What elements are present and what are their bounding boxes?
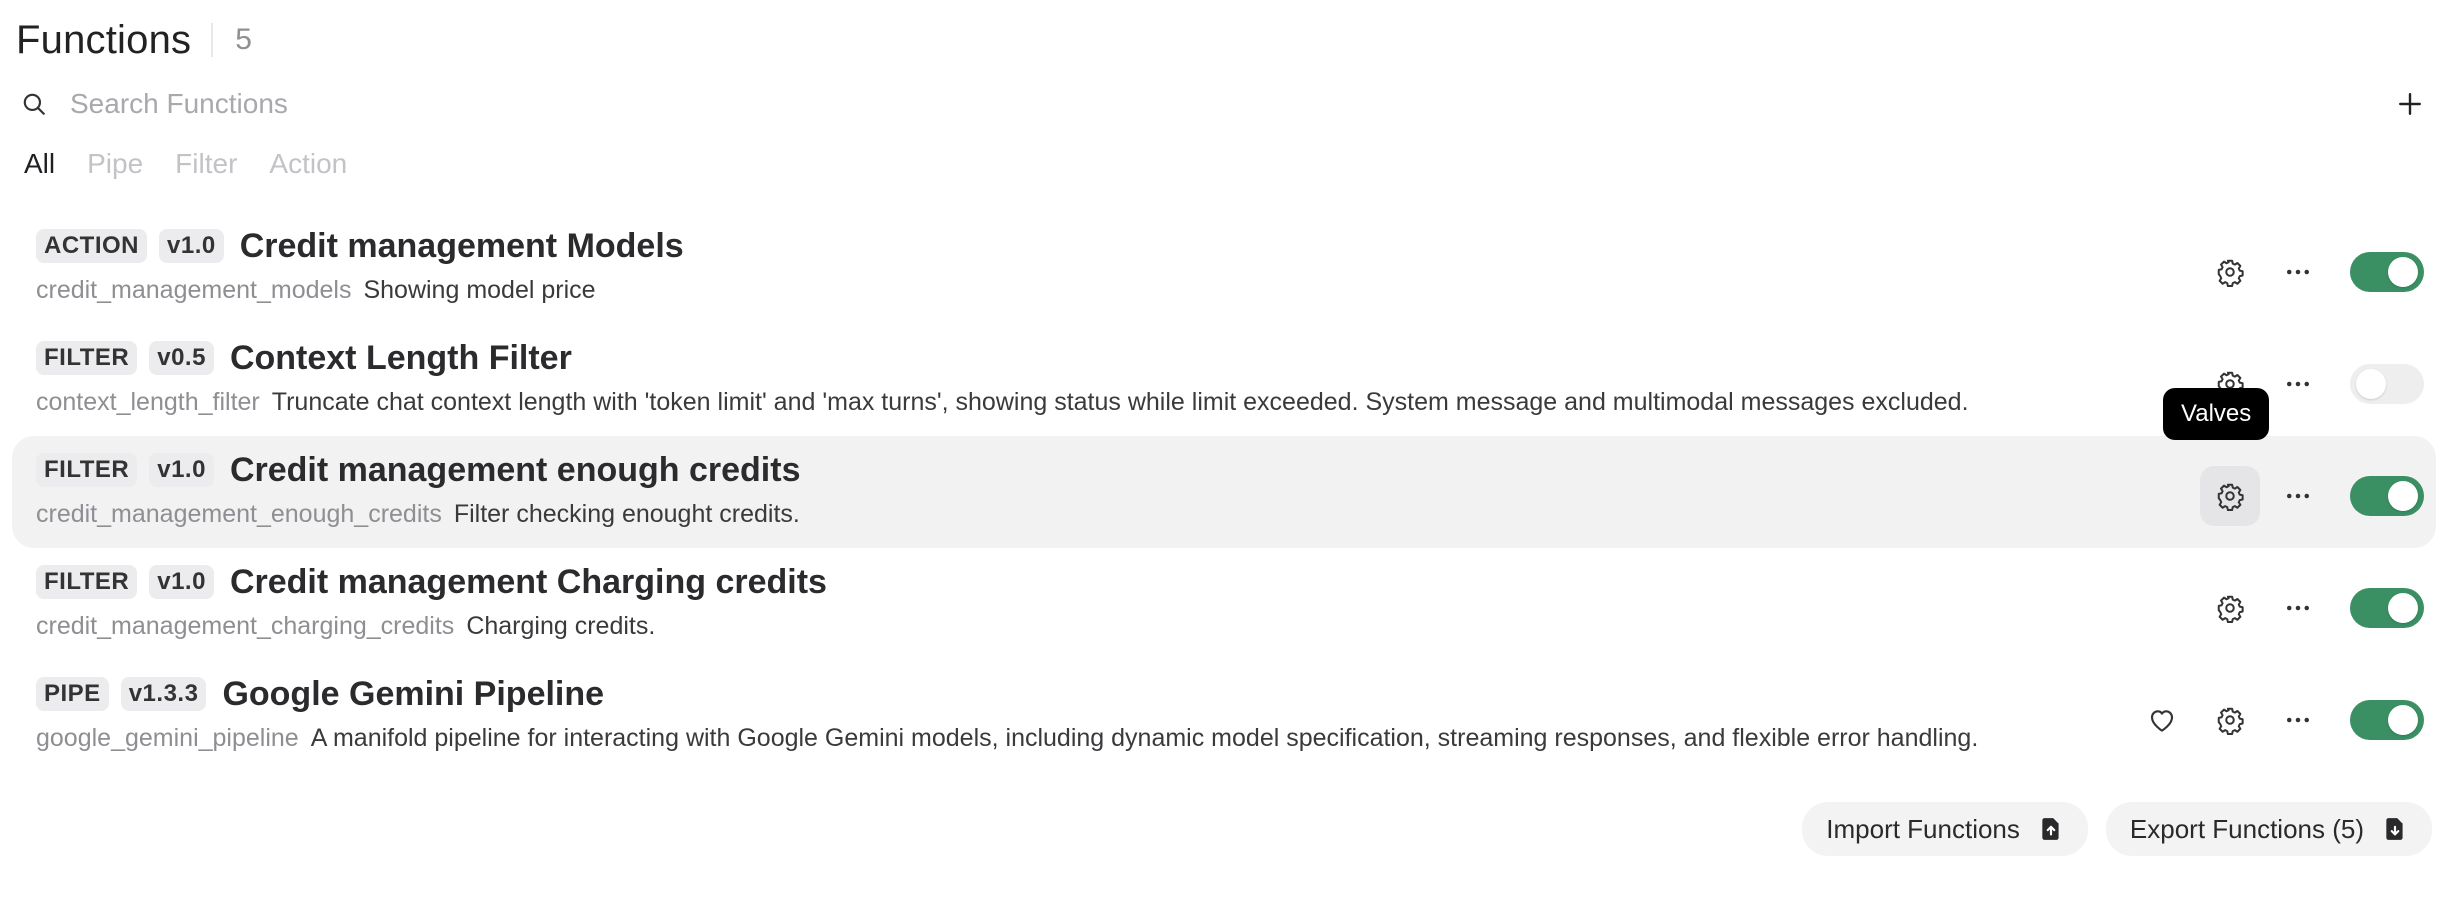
search-input[interactable] (70, 84, 2270, 124)
header-divider (211, 23, 214, 57)
function-id: google_gemini_pipeline (36, 724, 299, 752)
favorite-button[interactable] (2132, 690, 2192, 750)
gear-icon (2217, 483, 2244, 511)
function-type-badge: FILTER (36, 453, 138, 487)
search-icon (18, 88, 50, 120)
more-options-button[interactable] (2268, 690, 2328, 750)
more-options-button[interactable] (2268, 242, 2328, 302)
export-functions-button[interactable]: Export Functions (5) (2105, 802, 2432, 856)
gear-icon (2217, 595, 2244, 623)
tab-pipe[interactable]: Pipe (87, 148, 143, 180)
function-id: context_length_filter (36, 388, 260, 416)
page-title: Functions (16, 17, 192, 62)
gear-icon (2217, 707, 2244, 735)
more-horizontal-icon (2287, 493, 2309, 499)
enable-toggle[interactable] (2350, 588, 2424, 628)
function-version-badge: v0.5 (149, 341, 214, 375)
valves-button[interactable] (2200, 242, 2260, 302)
function-row[interactable]: FILTER v0.5 Context Length Filter contex… (12, 324, 2436, 436)
plus-icon (2399, 93, 2421, 115)
upload-file-icon (2042, 818, 2059, 840)
valves-button[interactable] (2200, 690, 2260, 750)
function-version-badge: v1.0 (159, 229, 224, 263)
enable-toggle[interactable] (2350, 364, 2424, 404)
function-row[interactable]: FILTER v1.0 Credit management Charging c… (12, 548, 2436, 660)
more-horizontal-icon (2287, 269, 2309, 275)
function-id: credit_management_models (36, 276, 352, 304)
tab-filter[interactable]: Filter (175, 148, 237, 180)
function-description: Filter checking enought credits. (453, 500, 800, 528)
search-bar (18, 82, 2428, 126)
function-version-badge: v1.3.3 (120, 677, 207, 711)
function-type-badge: ACTION (36, 229, 147, 263)
functions-count: 5 (235, 23, 252, 56)
functions-list: ACTION v1.0 Credit management Models cre… (12, 212, 2436, 772)
function-type-badge: FILTER (36, 341, 138, 375)
function-type-badge: PIPE (36, 677, 109, 711)
type-filter-tabs: All Pipe Filter Action (24, 148, 347, 180)
import-functions-button[interactable]: Import Functions (1802, 802, 2088, 856)
function-name[interactable]: Credit management Charging credits (230, 563, 827, 602)
download-file-icon (2386, 818, 2403, 840)
function-description: A manifold pipeline for interacting with… (310, 724, 1979, 752)
add-function-button[interactable] (2392, 86, 2428, 122)
valves-tooltip: Valves (2163, 388, 2270, 440)
footer-actions: Import Functions Export Functions (5) (1802, 802, 2432, 856)
function-version-badge: v1.0 (149, 565, 214, 599)
tab-action[interactable]: Action (269, 148, 347, 180)
page-header: Functions 5 (16, 10, 252, 70)
function-id: credit_management_enough_credits (36, 500, 442, 528)
function-name[interactable]: Credit management enough credits (230, 451, 801, 490)
function-version-badge: v1.0 (149, 453, 214, 487)
function-description: Charging credits. (466, 612, 656, 640)
valves-button[interactable] (2200, 578, 2260, 638)
function-row[interactable]: FILTER v1.0 Credit management enough cre… (12, 436, 2436, 548)
function-description: Truncate chat context length with 'token… (271, 388, 1969, 416)
functions-page: Functions 5 All Pipe Filter Action (0, 0, 2444, 914)
function-description: Showing model price (363, 276, 596, 304)
enable-toggle[interactable] (2350, 476, 2424, 516)
enable-toggle[interactable] (2350, 700, 2424, 740)
more-horizontal-icon (2287, 381, 2309, 387)
tab-all[interactable]: All (24, 148, 55, 180)
more-horizontal-icon (2287, 605, 2309, 611)
heart-icon (2150, 710, 2174, 732)
function-name[interactable]: Google Gemini Pipeline (222, 675, 604, 714)
more-options-button[interactable] (2268, 354, 2328, 414)
function-id: credit_management_charging_credits (36, 612, 455, 640)
enable-toggle[interactable] (2350, 252, 2424, 292)
more-options-button[interactable] (2268, 578, 2328, 638)
function-name[interactable]: Credit management Models (240, 227, 684, 266)
function-type-badge: FILTER (36, 565, 138, 599)
more-options-button[interactable] (2268, 466, 2328, 526)
function-row[interactable]: ACTION v1.0 Credit management Models cre… (12, 212, 2436, 324)
export-label: Export Functions (5) (2129, 813, 2364, 844)
gear-icon (2217, 259, 2244, 287)
function-name[interactable]: Context Length Filter (230, 339, 572, 378)
more-horizontal-icon (2287, 717, 2309, 723)
function-row[interactable]: PIPE v1.3.3 Google Gemini Pipeline googl… (12, 660, 2436, 772)
import-label: Import Functions (1826, 813, 2020, 844)
valves-button[interactable] (2200, 466, 2260, 526)
